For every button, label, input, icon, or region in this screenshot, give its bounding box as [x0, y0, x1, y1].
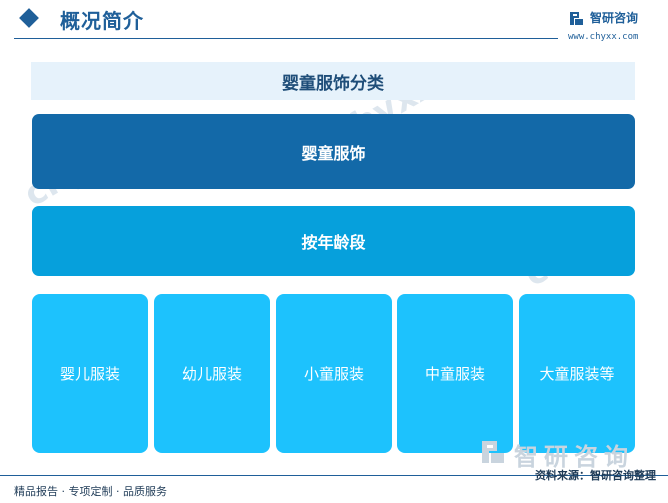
category-node: 幼儿服装: [154, 294, 270, 453]
category-node: 大童服装等: [519, 294, 635, 453]
category-row: 婴儿服装 幼儿服装 小童服装 中童服装 大童服装等: [32, 294, 635, 453]
diagram-title-band: 婴童服饰分类: [31, 62, 635, 100]
category-node: 婴儿服装: [32, 294, 148, 453]
brand-url: www.chyxx.com: [568, 32, 639, 42]
source-note: 资料来源：智研咨询整理: [535, 469, 656, 482]
page-header: 概况简介 智研咨询 www.chyxx.com: [0, 0, 668, 44]
brand-logo: 智研咨询 www.chyxx.com: [568, 8, 664, 44]
brand-name: 智研咨询: [590, 11, 639, 25]
diamond-icon: [19, 8, 39, 28]
page-title: 概况简介: [60, 9, 144, 33]
chyxx-logo-icon: [568, 10, 585, 27]
category-node: 小童服装: [276, 294, 392, 453]
footer-slogan: 精品报告 · 专项定制 · 品质服务: [14, 485, 167, 498]
criterion-node: 按年龄段: [32, 206, 635, 276]
chyxx-logo-icon: [482, 441, 504, 463]
diagram-title: 婴童服饰分类: [282, 73, 384, 94]
header-divider: [14, 38, 558, 39]
footer-brand-logo: 智研咨询: [480, 437, 660, 471]
category-node: 中童服装: [397, 294, 513, 453]
root-node: 婴童服饰: [32, 114, 635, 189]
